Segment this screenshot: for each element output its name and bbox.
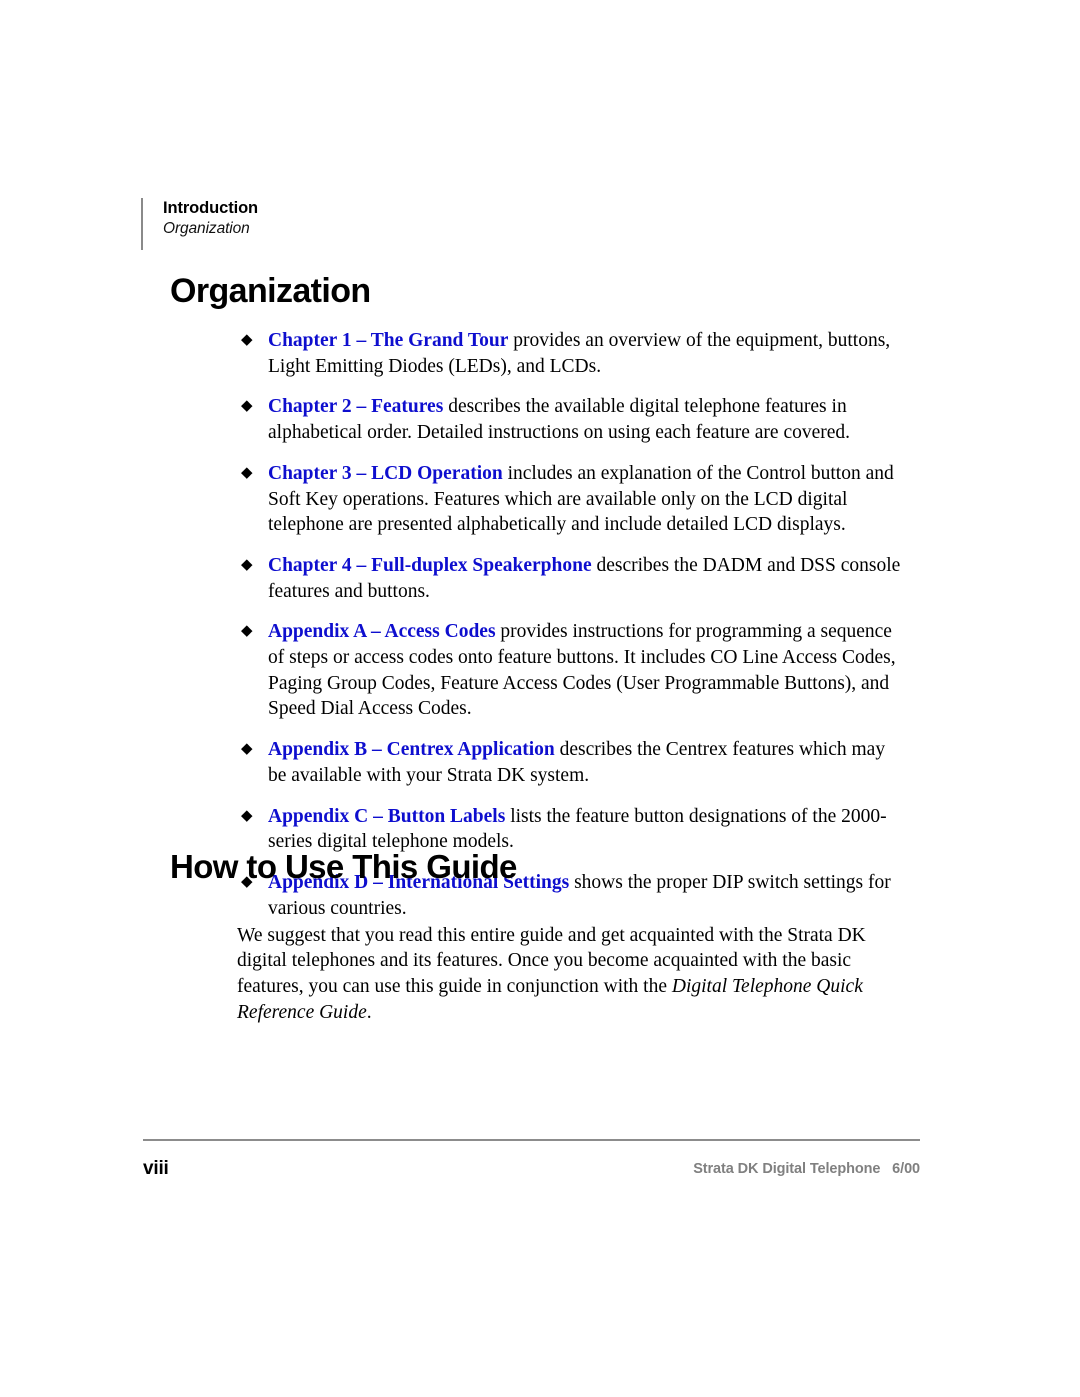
page-number: viii xyxy=(143,1158,169,1179)
list-item-lead-in: Chapter 3 – LCD Operation xyxy=(268,462,503,484)
list-item-lead-in: Chapter 4 – Full-duplex Speakerphone xyxy=(268,554,592,576)
diamond-bullet-icon: ◆ xyxy=(241,464,253,481)
diamond-bullet-icon: ◆ xyxy=(241,332,253,348)
list-item: ◆ Appendix B – Centrex Application descr… xyxy=(238,737,908,788)
list-item-lead-in: Appendix A – Access Codes xyxy=(268,621,496,643)
organization-bullet-list: ◆ Chapter 1 – The Grand Tour provides an… xyxy=(238,328,908,921)
diamond-bullet-icon: ◆ xyxy=(241,556,253,573)
page-title-organization: Organization xyxy=(170,272,371,310)
page-footer: viii Strata DK Digital Telephone 6/00 xyxy=(143,1158,920,1182)
diamond-bullet-icon: ◆ xyxy=(241,741,253,758)
footer-document-title: Strata DK Digital Telephone 6/00 xyxy=(693,1161,920,1177)
list-item-lead-in: Chapter 1 – The Grand Tour xyxy=(268,330,509,351)
diamond-bullet-icon: ◆ xyxy=(241,398,253,415)
list-item: ◆ Chapter 1 – The Grand Tour provides an… xyxy=(238,328,908,379)
running-header: Introduction Organization xyxy=(141,198,258,250)
list-item: ◆ Chapter 4 – Full-duplex Speakerphone d… xyxy=(238,553,908,604)
page-title-how-to-use-this-guide: How to Use This Guide xyxy=(170,848,517,885)
list-item: ◆ Chapter 3 – LCD Operation includes an … xyxy=(238,461,908,538)
list-item-lead-in: Chapter 2 – Features xyxy=(268,396,444,418)
list-item: ◆ Chapter 2 – Features describes the ava… xyxy=(238,394,908,445)
how-to-use-paragraph: We suggest that you read this entire gui… xyxy=(237,923,909,1026)
diamond-bullet-icon: ◆ xyxy=(241,807,253,824)
list-item: ◆ Appendix A – Access Codes provides ins… xyxy=(238,619,908,722)
running-header-section: Organization xyxy=(163,220,250,237)
diamond-bullet-icon: ◆ xyxy=(241,623,253,640)
running-header-chapter: Introduction xyxy=(163,199,259,217)
list-item-lead-in: Appendix B – Centrex Application xyxy=(268,739,555,761)
footer-divider xyxy=(143,1139,920,1141)
document-page: Introduction Organization Organization ◆… xyxy=(0,0,1080,1397)
paragraph-text-part2: . xyxy=(366,1001,372,1023)
list-item-lead-in: Appendix C – Button Labels xyxy=(268,805,506,827)
